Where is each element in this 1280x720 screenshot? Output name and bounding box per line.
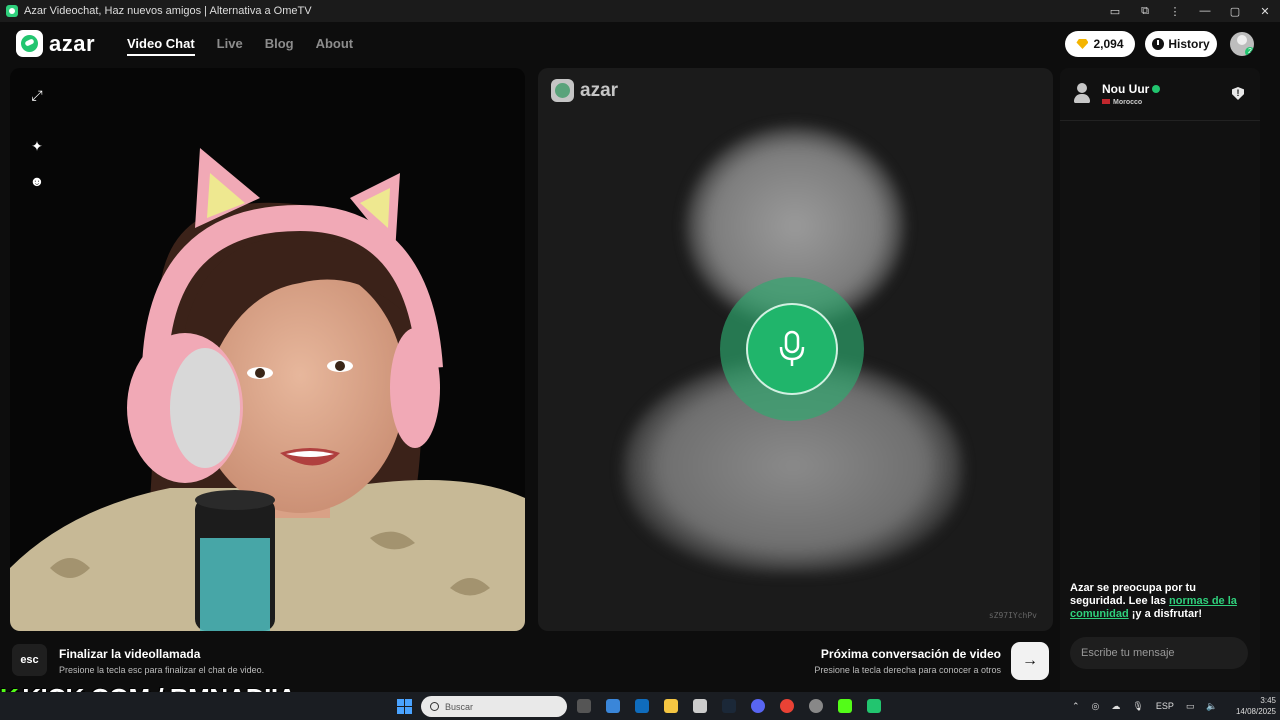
chat-panel: Nou Uur Morocco ! Azar se preocupa por t… — [1060, 68, 1260, 690]
discord-icon[interactable] — [751, 699, 765, 713]
safety-text-end: ¡y a disfrutar! — [1128, 608, 1203, 620]
windows-taskbar: Buscar ⌃ ◎ ☁ 🎙 ESP ▭ 🔈 3:45 14/08/2025 — [0, 692, 1280, 720]
face-sticker-icon[interactable]: ☻ — [28, 172, 46, 190]
task-view-icon[interactable] — [577, 699, 591, 713]
more-menu-icon[interactable]: ⋮ — [1160, 5, 1190, 18]
profile-badge: 2 — [1245, 47, 1254, 56]
end-call-hint: Finalizar la videollamada Presione la te… — [59, 647, 264, 675]
cloud-icon[interactable]: ☁ — [1111, 701, 1120, 712]
partner-video-logo-text: azar — [580, 79, 619, 101]
morocco-flag-icon — [1102, 99, 1110, 104]
chat-divider — [1060, 120, 1260, 121]
app-icon[interactable] — [809, 699, 823, 713]
extensions-icon[interactable]: ⧉ — [1130, 5, 1160, 18]
gems-balance-button[interactable]: 2,094 — [1065, 31, 1135, 57]
volume-icon[interactable]: 🔈 — [1206, 701, 1217, 712]
taskbar-search-placeholder: Buscar — [445, 701, 474, 712]
site-header: azar Video Chat Live Blog About 2,094 Hi… — [0, 22, 1280, 66]
partner-info: Nou Uur Morocco — [1072, 80, 1161, 106]
close-button[interactable]: ✕ — [1250, 5, 1280, 18]
partner-video-feed: azar sZ97IYchPv — [538, 68, 1053, 631]
azar-logo-icon — [16, 30, 43, 57]
partner-country: Morocco — [1113, 99, 1143, 106]
windows-start-icon[interactable] — [397, 699, 412, 714]
main-nav: Video Chat Live Blog About — [127, 36, 353, 56]
video-session-id: sZ97IYchPv — [988, 611, 1037, 620]
partner-name: Nou Uur — [1102, 82, 1150, 96]
profile-avatar[interactable]: 2 — [1230, 32, 1254, 56]
expand-icon[interactable]: ⤢ — [28, 86, 46, 104]
voice-indicator — [720, 277, 864, 421]
chevron-up-icon[interactable]: ⌃ — [1072, 701, 1080, 712]
system-clock[interactable]: 3:45 14/08/2025 — [1226, 695, 1276, 717]
report-shield-icon[interactable]: ! — [1232, 87, 1244, 100]
esc-key-button[interactable]: esc — [12, 644, 47, 676]
own-camera-image — [10, 148, 525, 631]
kick-app-icon[interactable] — [838, 699, 852, 713]
store-icon[interactable] — [606, 699, 620, 713]
azar-logo-text: azar — [49, 30, 96, 56]
partner-video-logo: azar — [551, 79, 618, 102]
network-icon[interactable]: ▭ — [1186, 701, 1195, 712]
browser-title-bar: Azar Videochat, Haz nuevos amigos | Alte… — [0, 0, 1280, 22]
nav-video-chat[interactable]: Video Chat — [127, 36, 195, 56]
outlook-icon[interactable] — [635, 699, 649, 713]
file-explorer-icon[interactable] — [664, 699, 678, 713]
end-call-title: Finalizar la videollamada — [59, 647, 201, 661]
partner-avatar-icon — [1072, 82, 1092, 104]
end-call-subtitle: Presione la tecla esc para finalizar el … — [59, 665, 265, 675]
microphone-icon — [779, 330, 805, 366]
clock-time: 3:45 — [1260, 696, 1276, 705]
azar-logo[interactable]: azar — [16, 30, 95, 57]
window-title: Azar Videochat, Haz nuevos amigos | Alte… — [24, 5, 312, 17]
microphone-tray-icon[interactable]: 🎙 — [1132, 701, 1143, 712]
history-label: History — [1168, 37, 1210, 51]
maximize-button[interactable]: ▢ — [1220, 5, 1250, 18]
nav-live[interactable]: Live — [217, 36, 243, 56]
window-controls: ▭ ⧉ ⋮ — ▢ ✕ — [1100, 0, 1280, 22]
app-tray-icon[interactable]: ◎ — [1092, 701, 1100, 712]
nav-about[interactable]: About — [316, 36, 354, 56]
safety-notice: Azar se preocupa por tu seguridad. Lee l… — [1070, 582, 1250, 621]
next-conversation-hint: Próxima conversación de video Presione l… — [814, 647, 1001, 675]
minimize-button[interactable]: — — [1190, 5, 1220, 17]
azar-logo-icon — [551, 79, 574, 102]
clock-date: 14/08/2025 — [1235, 707, 1276, 716]
next-conversation-button[interactable]: → — [1011, 642, 1049, 680]
search-icon — [430, 702, 439, 711]
sparkle-effects-icon[interactable]: ✦ — [28, 137, 46, 155]
photos-icon[interactable] — [693, 699, 707, 713]
verified-icon — [1152, 85, 1161, 93]
own-video-feed: ⤢ ✦ ☻ — [10, 68, 525, 631]
cast-icon[interactable]: ▭ — [1100, 5, 1130, 18]
clock-icon — [1152, 38, 1165, 50]
next-conversation-subtitle: Presione la tecla derecha para conocer a… — [814, 665, 1001, 675]
language-indicator[interactable]: ESP — [1156, 701, 1174, 711]
history-button[interactable]: History — [1145, 31, 1217, 57]
nav-blog[interactable]: Blog — [265, 36, 294, 56]
gems-count: 2,094 — [1093, 37, 1124, 51]
steam-icon[interactable] — [722, 699, 736, 713]
message-input[interactable] — [1070, 637, 1248, 669]
chrome-icon[interactable] — [780, 699, 794, 713]
gem-icon — [1076, 39, 1089, 49]
azar-favicon-icon — [6, 5, 18, 17]
system-tray: ⌃ ◎ ☁ 🎙 ESP ▭ 🔈 — [1072, 692, 1218, 720]
next-conversation-title: Próxima conversación de video — [820, 647, 1001, 661]
microphone-button[interactable] — [746, 303, 838, 395]
azar-app-icon[interactable] — [867, 699, 881, 713]
taskbar-search[interactable]: Buscar — [421, 696, 567, 717]
